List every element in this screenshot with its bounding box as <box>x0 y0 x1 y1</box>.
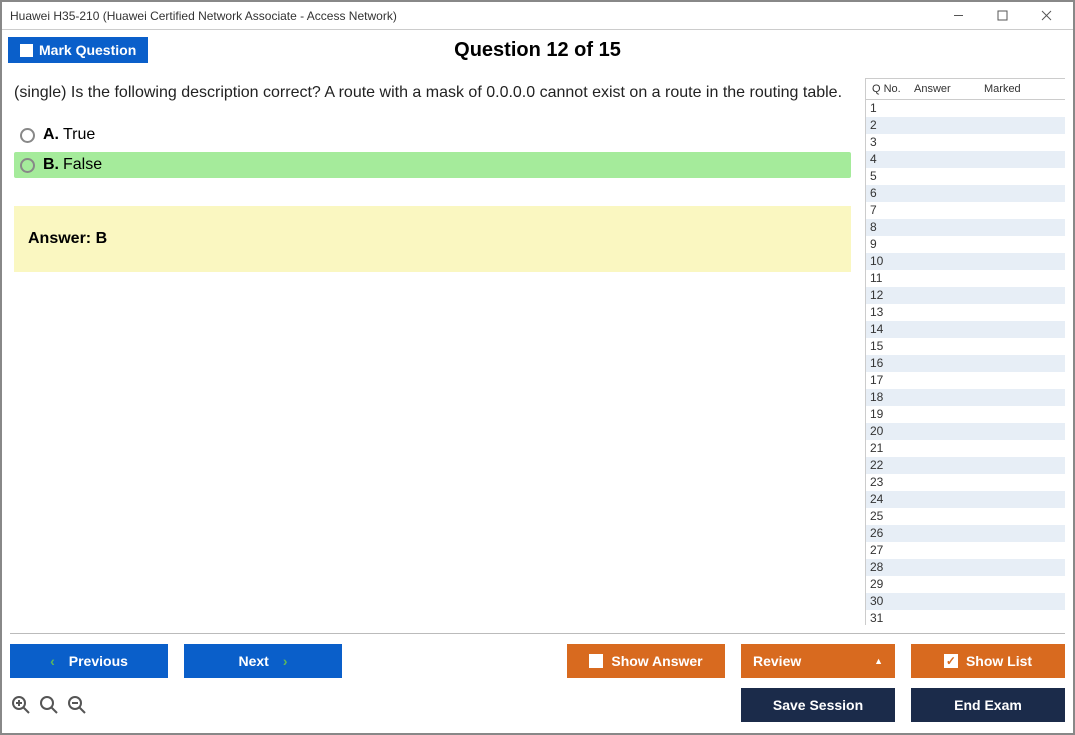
list-item[interactable]: 17 <box>866 372 1065 389</box>
list-item[interactable]: 6 <box>866 185 1065 202</box>
list-item[interactable]: 2 <box>866 117 1065 134</box>
zoom-controls <box>10 694 88 716</box>
question-counter: Question 12 of 15 <box>454 39 621 62</box>
list-header: Q No. Answer Marked <box>866 79 1065 100</box>
review-label: Review <box>753 653 801 669</box>
end-exam-label: End Exam <box>954 697 1022 713</box>
list-body[interactable]: 1234567891011121314151617181920212223242… <box>866 100 1065 625</box>
previous-button[interactable]: ‹ Previous <box>10 644 168 678</box>
button-row-1: ‹ Previous Next › Show Answer Review ▲ S… <box>10 644 1065 678</box>
list-item[interactable]: 5 <box>866 168 1065 185</box>
option-label: A.True <box>43 126 95 144</box>
list-item[interactable]: 27 <box>866 542 1065 559</box>
previous-label: Previous <box>69 653 128 669</box>
show-answer-button[interactable]: Show Answer <box>567 644 725 678</box>
list-item[interactable]: 4 <box>866 151 1065 168</box>
list-item[interactable]: 18 <box>866 389 1065 406</box>
option-a[interactable]: A.True <box>14 122 851 148</box>
list-item[interactable]: 14 <box>866 321 1065 338</box>
minimize-icon[interactable] <box>945 6 971 26</box>
bottom-bar: ‹ Previous Next › Show Answer Review ▲ S… <box>10 633 1065 725</box>
question-panel: (single) Is the following description co… <box>10 78 859 625</box>
list-item[interactable]: 8 <box>866 219 1065 236</box>
maximize-icon[interactable] <box>989 6 1015 26</box>
content-area: (single) Is the following description co… <box>10 78 1065 625</box>
list-item[interactable]: 30 <box>866 593 1065 610</box>
save-session-label: Save Session <box>773 697 863 713</box>
list-item[interactable]: 29 <box>866 576 1065 593</box>
list-item[interactable]: 16 <box>866 355 1065 372</box>
option-b[interactable]: B.False <box>14 152 851 178</box>
list-item[interactable]: 28 <box>866 559 1065 576</box>
window-controls <box>945 6 1059 26</box>
zoom-out-icon[interactable] <box>66 694 88 716</box>
show-list-button[interactable]: Show List <box>911 644 1065 678</box>
radio-icon <box>20 158 35 173</box>
list-item[interactable]: 31 <box>866 610 1065 625</box>
list-item[interactable]: 21 <box>866 440 1065 457</box>
list-item[interactable]: 1 <box>866 100 1065 117</box>
topbar: Mark Question Question 12 of 15 <box>2 30 1073 70</box>
window-title: Huawei H35-210 (Huawei Certified Network… <box>10 9 945 23</box>
list-item[interactable]: 10 <box>866 253 1065 270</box>
end-exam-button[interactable]: End Exam <box>911 688 1065 722</box>
chevron-right-icon: › <box>283 653 288 669</box>
list-item[interactable]: 26 <box>866 525 1065 542</box>
answer-box: Answer: B <box>14 206 851 272</box>
radio-icon <box>20 128 35 143</box>
question-list-panel: Q No. Answer Marked 12345678910111213141… <box>865 78 1065 625</box>
list-item[interactable]: 22 <box>866 457 1065 474</box>
next-label: Next <box>238 653 268 669</box>
show-answer-label: Show Answer <box>611 653 702 669</box>
list-item[interactable]: 12 <box>866 287 1065 304</box>
next-button[interactable]: Next › <box>184 644 342 678</box>
list-item[interactable]: 20 <box>866 423 1065 440</box>
review-button[interactable]: Review ▲ <box>741 644 895 678</box>
list-item[interactable]: 13 <box>866 304 1065 321</box>
dropdown-arrow-icon: ▲ <box>874 656 883 666</box>
checkbox-icon <box>20 44 33 57</box>
list-item[interactable]: 7 <box>866 202 1065 219</box>
list-item[interactable]: 24 <box>866 491 1065 508</box>
close-icon[interactable] <box>1033 6 1059 26</box>
mark-question-label: Mark Question <box>39 42 136 58</box>
save-session-button[interactable]: Save Session <box>741 688 895 722</box>
list-item[interactable]: 11 <box>866 270 1065 287</box>
question-text: (single) Is the following description co… <box>14 84 851 102</box>
col-header-answer: Answer <box>914 83 984 95</box>
col-header-qno: Q No. <box>868 83 914 95</box>
zoom-in-icon[interactable] <box>38 694 60 716</box>
list-item[interactable]: 23 <box>866 474 1065 491</box>
option-label: B.False <box>43 156 102 174</box>
zoom-reset-icon[interactable] <box>10 694 32 716</box>
checkbox-icon <box>589 654 603 668</box>
list-item[interactable]: 15 <box>866 338 1065 355</box>
chevron-left-icon: ‹ <box>50 653 55 669</box>
show-list-label: Show List <box>966 653 1032 669</box>
list-item[interactable]: 9 <box>866 236 1065 253</box>
list-item[interactable]: 25 <box>866 508 1065 525</box>
list-item[interactable]: 19 <box>866 406 1065 423</box>
titlebar: Huawei H35-210 (Huawei Certified Network… <box>2 2 1073 30</box>
mark-question-button[interactable]: Mark Question <box>8 37 148 63</box>
col-header-marked: Marked <box>984 83 1063 95</box>
list-item[interactable]: 3 <box>866 134 1065 151</box>
button-row-2: Save Session End Exam <box>10 688 1065 722</box>
checkbox-checked-icon <box>944 654 958 668</box>
